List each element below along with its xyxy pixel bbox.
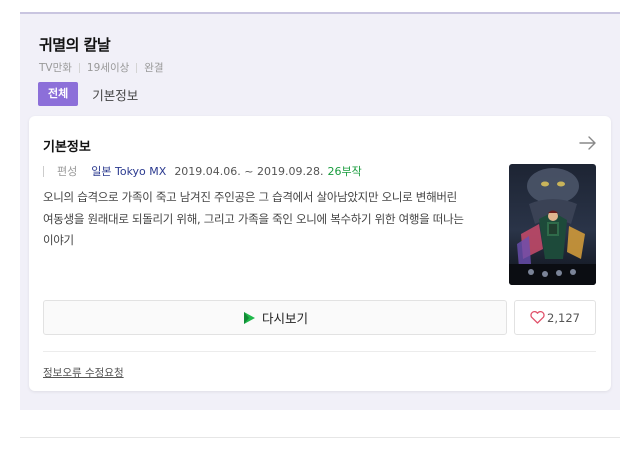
broadcast-info: 편성 일본 Tokyo MX 2019.04.06. ~ 2019.09.28.… <box>43 163 362 179</box>
broadcast-channel[interactable]: 일본 Tokyo MX <box>91 163 166 179</box>
heart-icon <box>530 311 545 324</box>
broadcast-dates: 2019.04.06. ~ 2019.09.28. <box>174 164 324 178</box>
card-divider <box>43 351 596 352</box>
meta-genre: TV만화 <box>39 62 72 74</box>
page-title: 귀멸의 칼날 <box>39 36 111 54</box>
poster-artwork <box>509 164 596 285</box>
meta-separator <box>136 62 138 73</box>
content-panel: 귀멸의 칼날 TV만화 19세이상 완결 전체 기본정보 기본정보 편성 일본 … <box>20 12 620 410</box>
tab-all[interactable]: 전체 <box>38 82 79 106</box>
tab-basic-info[interactable]: 기본정보 <box>92 85 138 104</box>
broadcast-bar <box>43 165 44 177</box>
play-icon <box>243 311 255 324</box>
section-divider <box>20 437 620 438</box>
tab-bar: 전체 기본정보 <box>38 82 138 106</box>
rewatch-label: 다시보기 <box>261 311 308 326</box>
synopsis-text: 오니의 습격으로 가족이 죽고 남겨진 주인공은 그 습격에서 살아남았지만 오… <box>43 190 464 247</box>
meta-info: TV만화 19세이상 완결 <box>39 60 164 75</box>
arrow-right-icon[interactable] <box>579 135 597 151</box>
rewatch-button[interactable]: 다시보기 <box>43 300 507 335</box>
like-button[interactable]: 2,127 <box>514 300 596 335</box>
poster-image[interactable] <box>509 164 596 285</box>
basic-info-card: 기본정보 편성 일본 Tokyo MX 2019.04.06. ~ 2019.0… <box>29 116 611 391</box>
report-error-link[interactable]: 정보오류 수정요청 <box>43 365 124 380</box>
broadcast-label: 편성 <box>57 165 78 178</box>
meta-status: 완결 <box>144 62 164 74</box>
card-heading: 기본정보 <box>43 140 91 155</box>
meta-separator <box>78 62 80 73</box>
like-count: 2,127 <box>547 310 580 325</box>
meta-rating: 19세이상 <box>86 62 130 74</box>
episode-count: 26부작 <box>327 165 362 178</box>
